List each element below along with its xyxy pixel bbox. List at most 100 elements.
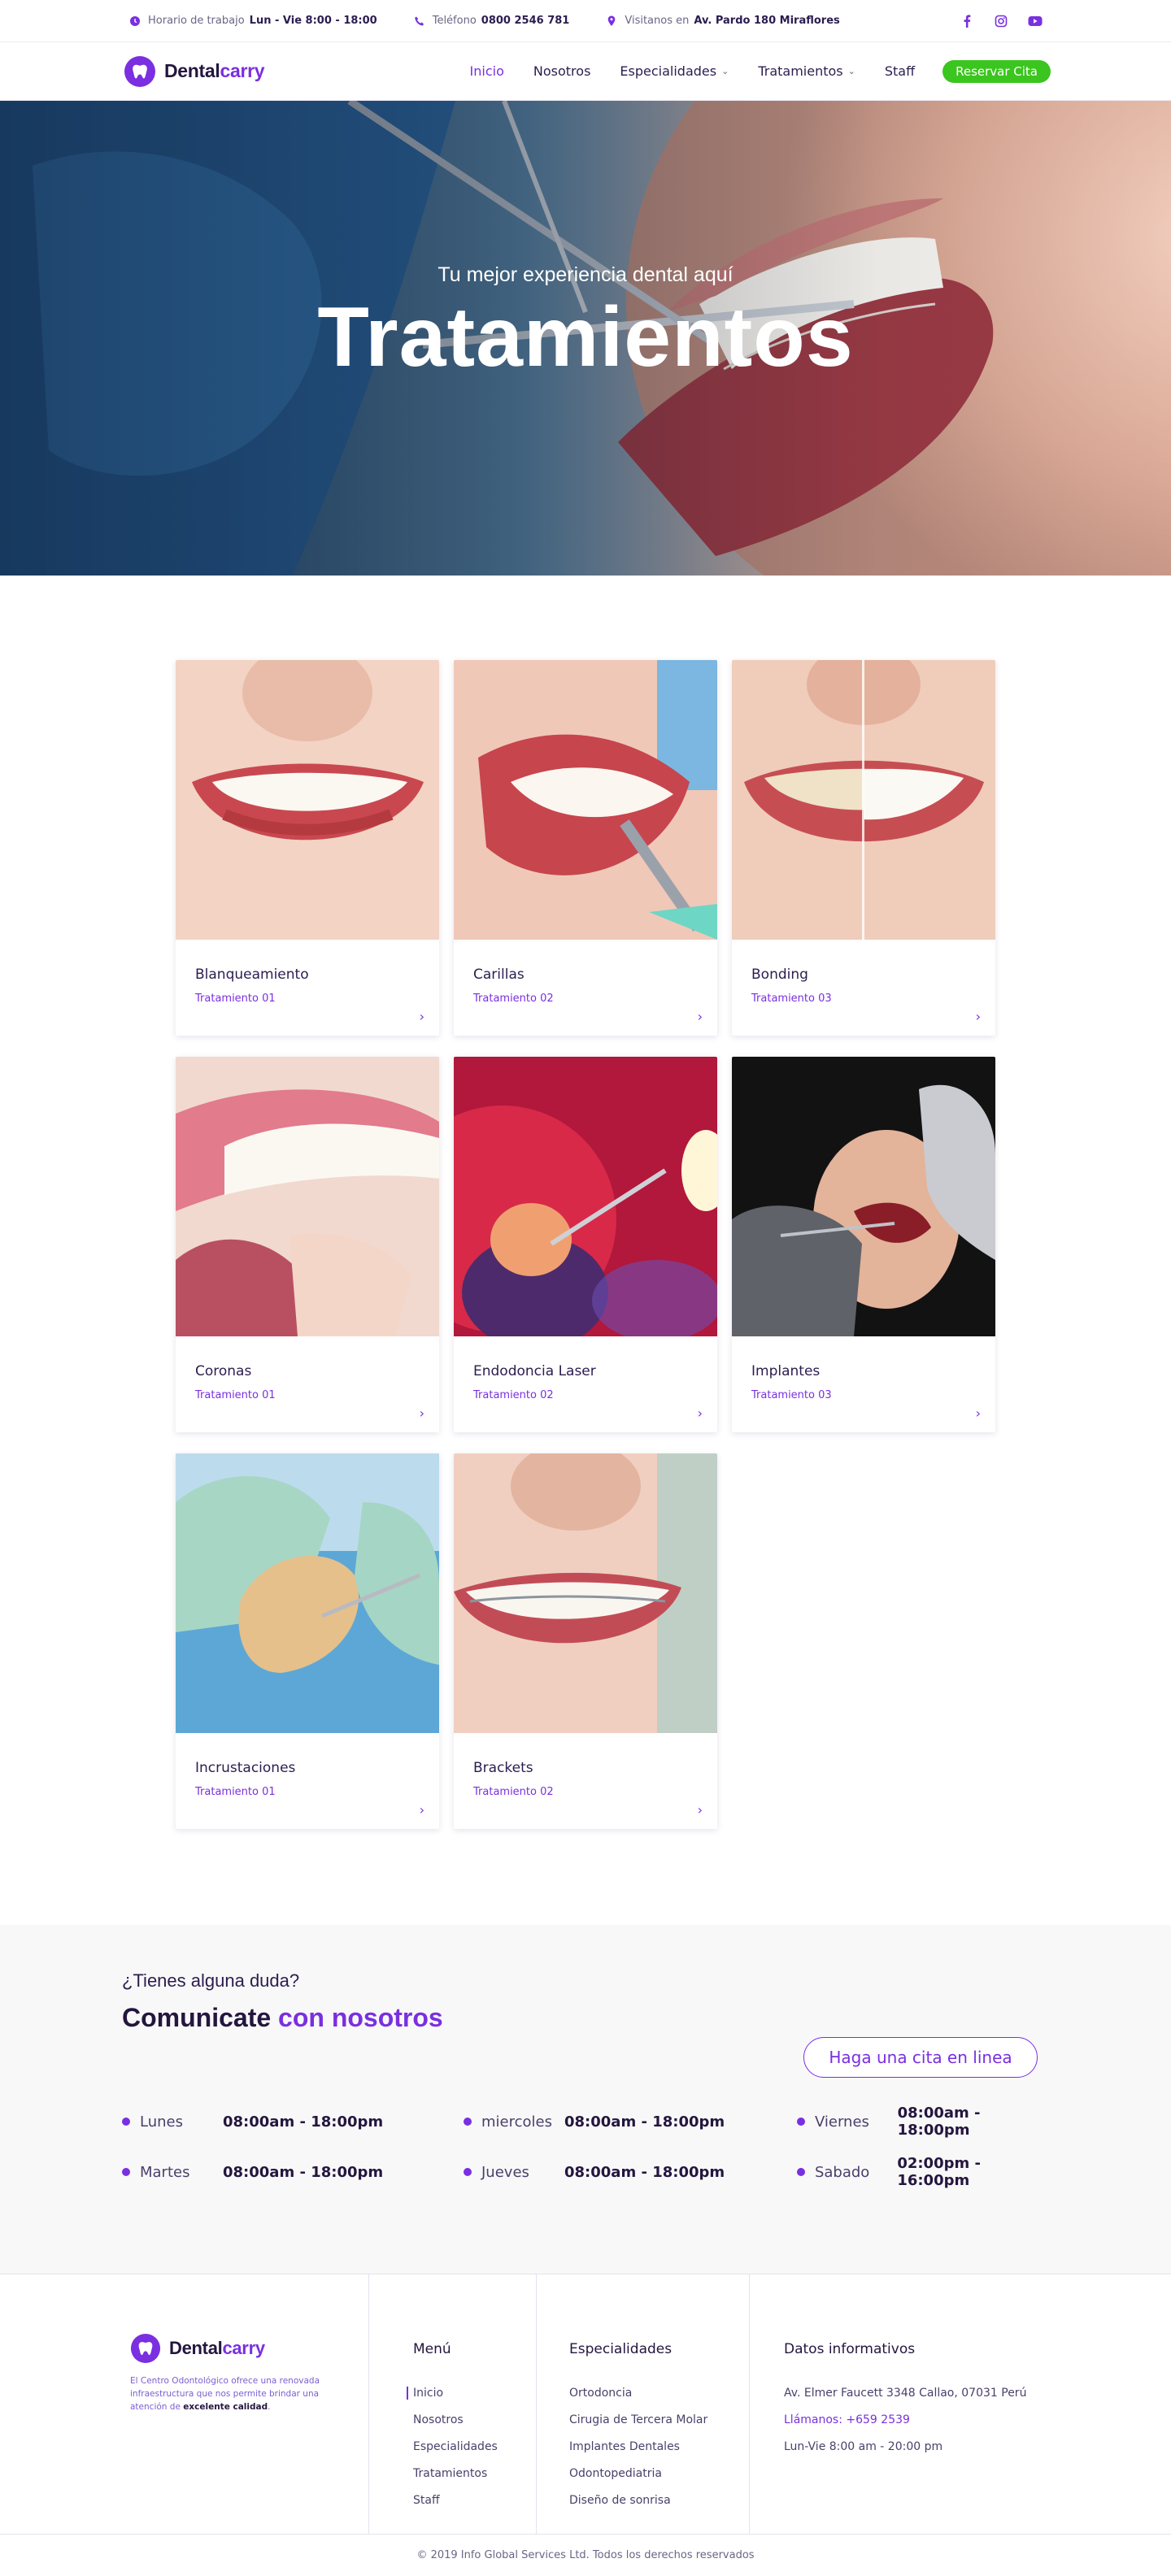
copyright-bar: © 2019 Info Global Services Ltd. Todos l… <box>0 2534 1171 2576</box>
nav-item-tratamientos[interactable]: Tratamientos ⌄ <box>758 63 855 79</box>
chevron-right-icon[interactable]: › <box>698 1802 703 1818</box>
footer-address: Av. Elmer Faucett 3348 Callao, 07031 Per… <box>784 2387 1027 2400</box>
clock-icon <box>128 15 141 28</box>
online-appointment-button[interactable]: Haga una cita en linea <box>803 2037 1038 2078</box>
footer-link-tratamientos[interactable]: Tratamientos <box>413 2467 536 2480</box>
site-logo[interactable]: Dentalcarry <box>124 55 265 88</box>
tooth-logo-icon <box>124 55 156 88</box>
opening-hours: Lunes 08:00am - 18:00pm miercoles 08:00am … <box>122 2105 1051 2189</box>
treatment-card-carillas[interactable]: Carillas Tratamiento 02 › <box>454 660 717 1036</box>
chevron-down-icon: ⌄ <box>721 66 729 76</box>
card-body: Coronas Tratamiento 01 › <box>176 1336 439 1432</box>
treatment-number: Tratamiento 02 <box>473 1786 554 1798</box>
chevron-right-icon[interactable]: › <box>698 1009 703 1024</box>
footer-link-especialidades[interactable]: Especialidades <box>413 2440 536 2453</box>
contact-section: ¿Tienes alguna duda? Comunicate con noso… <box>0 1925 1171 2274</box>
logo-text-part2: carry <box>222 2338 265 2358</box>
hours-time: 08:00am - 18:00pm <box>223 2163 384 2181</box>
card-body: Brackets Tratamiento 02 › <box>454 1733 717 1829</box>
hours-day: Jueves <box>481 2163 529 2181</box>
chevron-down-icon: ⌄ <box>847 66 855 76</box>
footer-link-specialty[interactable]: Cirugia de Tercera Molar <box>569 2413 749 2426</box>
footer-link-nosotros[interactable]: Nosotros <box>413 2413 536 2426</box>
treatment-image <box>732 660 995 940</box>
treatment-card-bonding[interactable]: Bonding Tratamiento 03 › <box>732 660 995 1036</box>
footer-link-specialty[interactable]: Diseño de sonrisa <box>569 2494 749 2507</box>
footer-phone[interactable]: Llámanos: +659 2539 <box>784 2413 1171 2426</box>
card-body: Blanqueamiento Tratamiento 01 › <box>176 940 439 1036</box>
treatment-name: Blanqueamiento <box>195 967 309 983</box>
nav-item-especialidades[interactable]: Especialidades ⌄ <box>620 63 729 79</box>
bullet-dot-icon <box>464 2168 472 2176</box>
treatment-image <box>176 1453 439 1733</box>
hours-time: 08:00am - 18:00pm <box>564 2113 725 2131</box>
book-appointment-button[interactable]: Reservar Cita <box>942 59 1051 83</box>
contact-question: ¿Tienes alguna duda? <box>122 1970 300 1991</box>
chevron-right-icon[interactable]: › <box>420 1009 424 1024</box>
hours-time: 02:00pm - 16:00pm <box>897 2155 981 2189</box>
treatment-name: Carillas <box>473 967 525 983</box>
hours-day: Viernes <box>814 2113 869 2131</box>
bullet-dot-icon <box>464 2118 472 2126</box>
treatment-image <box>176 660 439 940</box>
chevron-right-icon[interactable]: › <box>420 1405 424 1421</box>
card-body: Incrustaciones Tratamiento 01 › <box>176 1733 439 1829</box>
treatment-name: Endodoncia Laser <box>473 1363 596 1379</box>
treatment-card-blanqueamiento[interactable]: Blanqueamiento Tratamiento 01 › <box>176 660 439 1036</box>
footer-link-specialty[interactable]: Implantes Dentales <box>569 2440 749 2453</box>
treatment-card-coronas[interactable]: Coronas Tratamiento 01 › <box>176 1057 439 1432</box>
bullet-dot-icon <box>122 2168 130 2176</box>
treatment-name: Coronas <box>195 1363 252 1379</box>
hero-copy: Tu mejor experiencia dental aquí Tratami… <box>0 263 1171 382</box>
hours-day: Lunes <box>140 2113 183 2131</box>
instagram-icon[interactable] <box>994 14 1008 28</box>
hero-kicker: Tu mejor experiencia dental aquí <box>437 263 734 286</box>
logo-text-part1: Dental <box>169 2338 223 2358</box>
footer-info-title: Datos informativos <box>784 2341 916 2357</box>
nav-item-nosotros[interactable]: Nosotros <box>533 63 591 79</box>
logo-text-part1: Dental <box>164 60 220 81</box>
working-hours-value: Lun - Vie 8:00 - 18:00 <box>249 15 377 27</box>
facebook-icon[interactable] <box>960 14 974 28</box>
treatment-card-brackets[interactable]: Brackets Tratamiento 02 › <box>454 1453 717 1829</box>
address-value: Av. Pardo 180 Miraflores <box>694 15 840 27</box>
chevron-right-icon[interactable]: › <box>976 1009 981 1024</box>
contact-heading: Comunicate con nosotros <box>122 2003 1051 2033</box>
hours-day: miercoles <box>481 2113 552 2131</box>
phone-value[interactable]: 0800 2546 781 <box>481 15 570 27</box>
hours-time: 08:00am - 18:00pm <box>564 2163 725 2181</box>
card-body: Bonding Tratamiento 03 › <box>732 940 995 1036</box>
footer-link-staff[interactable]: Staff <box>413 2494 536 2507</box>
treatment-number: Tratamiento 01 <box>195 1786 276 1798</box>
nav-item-staff[interactable]: Staff <box>885 63 915 79</box>
top-info-bar: Horario de trabajo Lun - Vie 8:00 - 18:0… <box>0 0 1171 42</box>
chevron-right-icon[interactable]: › <box>420 1802 424 1818</box>
footer-menu-list: Inicio Nosotros Especialidades Tratamien… <box>407 2387 536 2507</box>
main-navigation: Dentalcarry Inicio Nosotros Especialidad… <box>0 42 1171 101</box>
bullet-dot-icon <box>122 2118 130 2126</box>
nav-item-label: Tratamientos <box>758 63 843 79</box>
youtube-icon[interactable] <box>1028 14 1043 28</box>
working-hours-label: Horario de trabajo <box>148 15 245 27</box>
chevron-right-icon[interactable]: › <box>698 1405 703 1421</box>
hours-day: Sabado <box>814 2163 870 2181</box>
treatment-card-endodoncia-laser[interactable]: Endodoncia Laser Tratamiento 02 › <box>454 1057 717 1432</box>
hours-row: Martes 08:00am - 18:00pm <box>122 2155 464 2189</box>
treatment-name: Incrustaciones <box>195 1760 296 1776</box>
treatment-card-implantes[interactable]: Implantes Tratamiento 03 › <box>732 1057 995 1432</box>
nav-item-inicio[interactable]: Inicio <box>470 63 504 79</box>
hours-row: miercoles 08:00am - 18:00pm <box>464 2105 797 2139</box>
contact-heading-part2: con nosotros <box>278 2003 443 2032</box>
footer-link-specialty[interactable]: Ortodoncia <box>569 2387 749 2400</box>
nav-item-label: Nosotros <box>533 63 591 79</box>
treatment-card-incrustaciones[interactable]: Incrustaciones Tratamiento 01 › <box>176 1453 439 1829</box>
footer-link-inicio[interactable]: Inicio <box>407 2387 536 2400</box>
chevron-right-icon[interactable]: › <box>976 1405 981 1421</box>
footer-link-specialty[interactable]: Odontopediatria <box>569 2467 749 2480</box>
treatment-name: Bonding <box>751 967 808 983</box>
hours-row: Sabado 02:00pm - 16:00pm <box>797 2155 1057 2189</box>
treatment-image <box>454 1057 717 1336</box>
footer-logo[interactable]: Dentalcarry <box>130 2333 368 2364</box>
treatment-name: Implantes <box>751 1363 821 1379</box>
treatment-image <box>454 1453 717 1733</box>
